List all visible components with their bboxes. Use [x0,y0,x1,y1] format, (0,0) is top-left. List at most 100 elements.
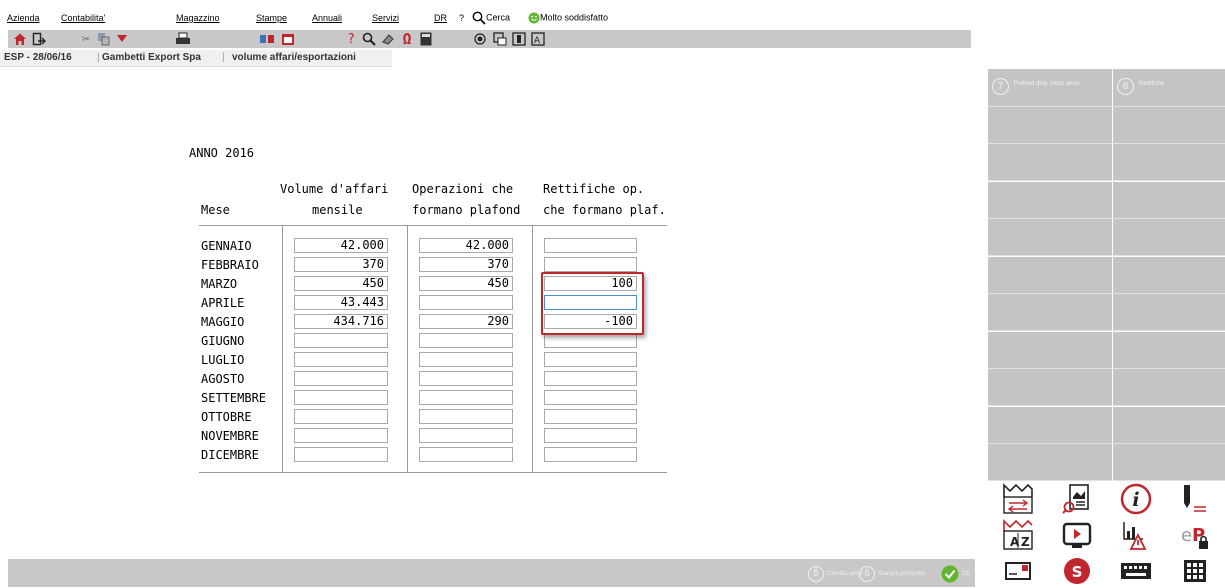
rettifiche-field[interactable] [544,352,637,367]
volume-field[interactable]: 370 [294,257,388,272]
omega-icon[interactable]: Ω [399,30,415,48]
column-divider [532,225,533,472]
ops-field[interactable] [419,447,513,462]
month-label: GIUGNO [201,334,245,348]
ops-field[interactable] [419,390,513,405]
month-label: APRILE [201,296,245,310]
volume-field[interactable] [294,447,388,462]
empty-function-slot [1113,331,1225,369]
radio-icon[interactable] [472,31,488,47]
calculator-icon[interactable] [418,31,434,47]
keyboard-icon[interactable] [1106,553,1165,588]
month-label: NOVEMBRE [201,429,259,443]
empty-function-slot [1113,406,1225,444]
rettifiche-field[interactable] [544,447,637,462]
ops-field[interactable] [419,428,513,443]
sw-logo-icon[interactable]: S [1047,553,1106,588]
help-icon[interactable]: ? [343,31,359,47]
button-label: Stampa prospetto [878,571,926,577]
exit-icon[interactable] [31,31,47,47]
image-search-icon[interactable] [1047,481,1106,516]
rettifiche-field[interactable] [544,428,637,443]
ok-button[interactable]: Ok [941,563,970,585]
volume-field[interactable] [294,390,388,405]
copy-icon[interactable] [96,31,112,47]
shortcut-number: 8 [1117,78,1134,95]
volume-field[interactable]: 42.000 [294,238,388,253]
breadcrumb: ESP - 28/06/16 | Gambetti Export Spa | v… [0,50,975,66]
empty-function-slot [988,294,1112,331]
side-panel: 7 Plafond disp. inizio anno 8 Rettifiche [988,69,1225,481]
zoom-icon[interactable] [361,31,377,47]
rettifiche-button[interactable]: 8 Rettifiche [1113,69,1225,107]
volume-field[interactable] [294,371,388,386]
volume-field[interactable] [294,428,388,443]
menu-stampe[interactable]: Stampe [256,13,287,23]
ops-field[interactable]: 290 [419,314,513,329]
volume-field[interactable]: 43.443 [294,295,388,310]
volume-field[interactable] [294,409,388,424]
ops-field[interactable] [419,352,513,367]
sort-az-icon[interactable]: AZ [988,517,1047,552]
signature-icon[interactable] [1165,481,1224,516]
menu-magazzino[interactable]: Magazzino [176,13,220,23]
font-size-icon[interactable]: A [530,31,546,47]
ops-field[interactable]: 42.000 [419,238,513,253]
col-rett-header-2: che formano plaf. [543,203,666,217]
chart-warning-icon[interactable] [1106,517,1165,552]
calendar-icon[interactable] [280,31,296,47]
paste-icon[interactable] [114,31,130,47]
print-report-button[interactable]: 6 Stampa prospetto [859,563,925,585]
rettifiche-field[interactable] [544,371,637,386]
menu-dr[interactable]: DR [434,13,447,23]
volume-field[interactable]: 434.716 [294,314,388,329]
ops-field[interactable] [419,333,513,348]
ops-field[interactable] [419,371,513,386]
rettifiche-field[interactable] [544,238,637,253]
volume-field[interactable] [294,352,388,367]
cut-icon[interactable]: ✂ [78,31,94,47]
svg-text:A: A [534,36,541,46]
ops-field[interactable] [419,295,513,310]
plafond-start-button[interactable]: 7 Plafond disp. inizio anno [988,69,1112,107]
volume-field[interactable]: 450 [294,276,388,291]
rettifiche-field[interactable] [544,409,637,424]
video-icon[interactable] [1047,517,1106,552]
rettifiche-field[interactable] [544,333,637,348]
satisfaction-indicator[interactable]: Molto soddisfatto [528,12,608,24]
menu-servizi[interactable]: Servizi [372,13,399,23]
window-icon[interactable] [511,31,527,47]
search-label: Cerca [486,12,511,23]
shortcut-number: 7 [992,78,1009,95]
empty-function-slot [988,331,1112,369]
col-ops-header-1: Operazioni che [412,182,514,196]
rettifiche-field[interactable] [544,390,637,405]
search-button[interactable]: Cerca [472,11,510,25]
ops-field[interactable] [419,409,513,424]
card-icon[interactable] [988,553,1047,588]
screen-icon[interactable] [492,31,508,47]
print-icon[interactable] [175,31,191,47]
ep-lock-icon[interactable]: eP [1165,517,1224,552]
svg-text:Z: Z [1021,535,1030,549]
grid-icon[interactable] [1165,553,1224,588]
eraser-icon[interactable] [380,31,396,47]
home-icon[interactable] [12,31,28,47]
transfer-icon[interactable] [259,31,275,47]
empty-function-slot [988,444,1112,481]
ops-field[interactable]: 370 [419,257,513,272]
svg-text:e: e [1181,525,1192,546]
import-export-icon[interactable] [988,481,1047,516]
ops-field[interactable]: 450 [419,276,513,291]
menu-azienda[interactable]: Azienda [7,13,40,23]
empty-function-slot [1113,106,1225,144]
menu-annuali[interactable]: Annuali [312,13,342,23]
info-icon[interactable]: i [1106,481,1165,516]
smiley-icon [528,12,540,24]
year-label: ANNO 2016 [189,146,255,160]
change-year-button[interactable]: 5 Cambia anno [808,563,863,585]
menu-help[interactable]: ? [459,13,464,23]
volume-field[interactable] [294,333,388,348]
rettifiche-field[interactable] [544,257,637,272]
menu-contabilita[interactable]: Contabilita' [61,13,105,23]
